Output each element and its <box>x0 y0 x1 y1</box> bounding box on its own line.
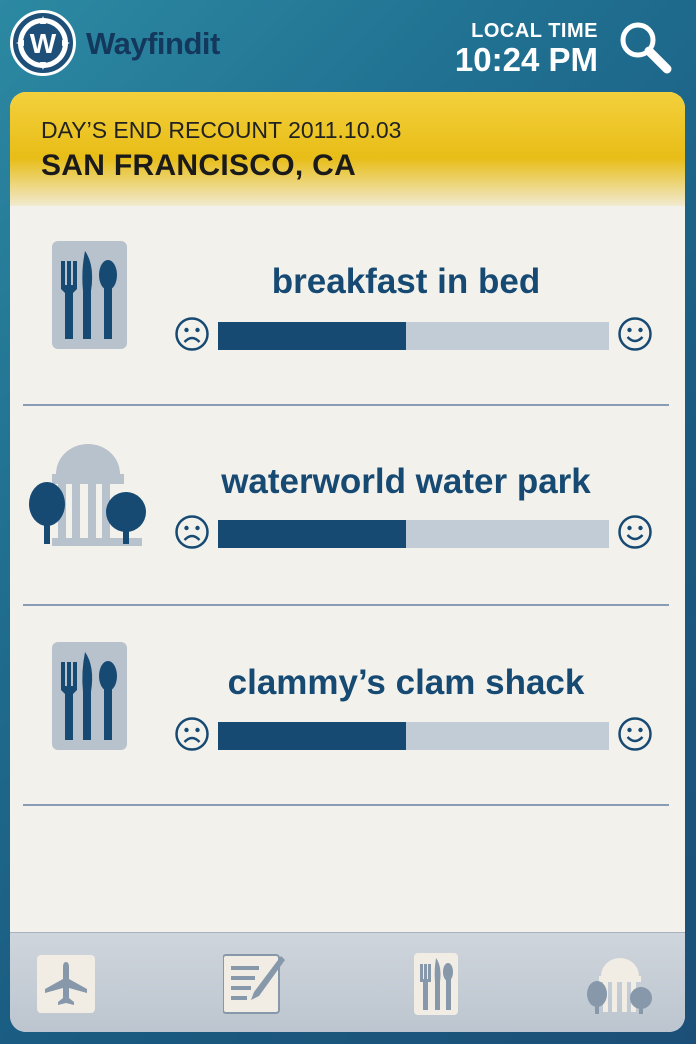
svg-text:W: W <box>30 28 57 59</box>
compass-logo-icon: W <box>10 10 76 76</box>
tab-parks[interactable] <box>585 952 655 1016</box>
day-recount-card: DAY’S END RECOUNT 2011.10.03 SAN FRANCIS… <box>10 92 685 1032</box>
park-icon <box>26 436 150 553</box>
rating-slider[interactable] <box>218 722 609 750</box>
happy-face-icon[interactable] <box>617 716 653 752</box>
rating-fill <box>218 722 406 750</box>
item-title: breakfast in bed <box>271 262 541 301</box>
restaurant-icon <box>52 642 127 755</box>
card-header: DAY’S END RECOUNT 2011.10.03 SAN FRANCIS… <box>10 92 685 206</box>
top-bar: W Wayfindit LOCAL TIME 10:24 PM <box>0 0 696 92</box>
happy-face-icon[interactable] <box>617 514 653 550</box>
list-item[interactable]: clammy’s clam shack <box>10 606 685 806</box>
sad-face-icon[interactable] <box>174 316 210 352</box>
notes-icon <box>222 954 285 1014</box>
search-icon <box>620 22 672 74</box>
search-button[interactable] <box>612 16 676 80</box>
airplane-icon <box>37 955 95 1013</box>
divider <box>23 804 669 806</box>
sad-face-icon[interactable] <box>174 514 210 550</box>
app-name: Wayfindit <box>86 26 220 61</box>
city-title: SAN FRANCISCO, CA <box>41 149 357 182</box>
rating-fill <box>218 322 406 350</box>
park-icon <box>587 958 652 1014</box>
tab-dining[interactable] <box>414 952 472 1016</box>
happy-face-icon[interactable] <box>617 316 653 352</box>
tab-flights[interactable] <box>37 952 95 1016</box>
tab-notes[interactable] <box>222 952 285 1016</box>
local-time-value: 10:24 PM <box>454 41 598 78</box>
local-time-label: LOCAL TIME <box>471 20 598 42</box>
recount-date: DAY’S END RECOUNT 2011.10.03 <box>41 117 402 143</box>
tab-bar <box>10 932 685 1032</box>
rating-slider[interactable] <box>218 520 609 548</box>
sad-face-icon[interactable] <box>174 716 210 752</box>
list-item[interactable]: waterworld water park <box>10 406 685 606</box>
list-item[interactable]: breakfast in bed <box>10 206 685 406</box>
local-time: LOCAL TIME 10:24 PM <box>455 20 598 77</box>
rating-fill <box>218 520 406 548</box>
item-title: clammy’s clam shack <box>227 663 585 702</box>
restaurant-icon <box>52 241 127 354</box>
restaurant-icon <box>414 953 458 1015</box>
item-title: waterworld water park <box>221 462 591 501</box>
rating-slider[interactable] <box>218 322 609 350</box>
